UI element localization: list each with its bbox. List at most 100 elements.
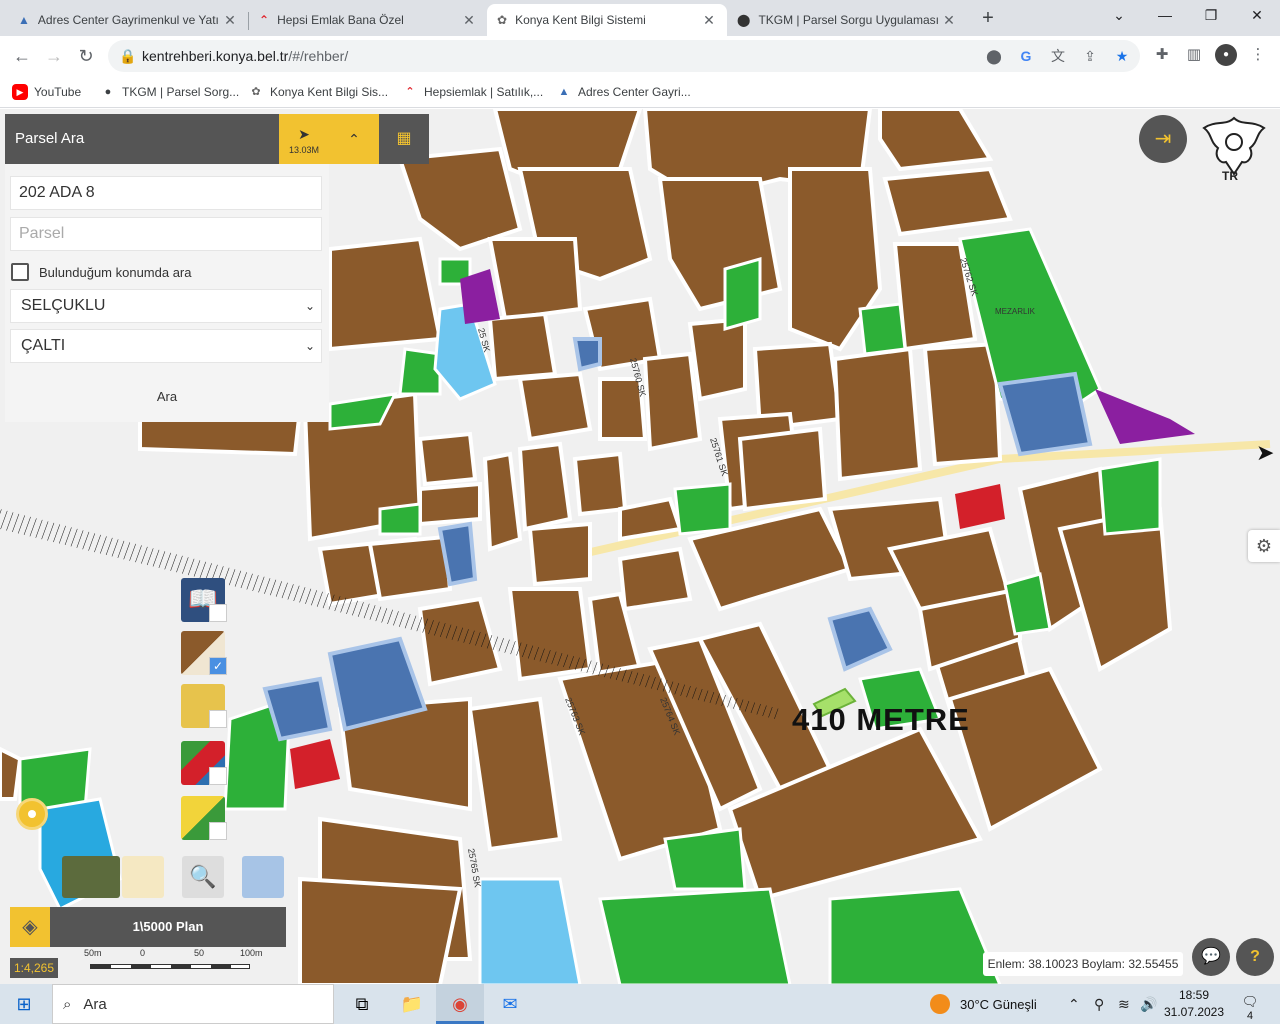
taskbar-clock[interactable]: 18:59 31.07.2023: [1156, 987, 1232, 1021]
volume-icon[interactable]: 🔊: [1140, 984, 1157, 1024]
parcel[interactable]: [617, 546, 693, 612]
parcel[interactable]: [642, 351, 703, 452]
close-icon[interactable]: ✕: [461, 12, 477, 29]
parcel[interactable]: [832, 346, 923, 482]
layers-button[interactable]: ◈: [10, 907, 50, 947]
tab-konya-kent[interactable]: ✿ Konya Kent Bilgi Sistemi ✕: [487, 4, 727, 36]
parcel[interactable]: [417, 431, 478, 487]
network-icon[interactable]: ⚲: [1094, 984, 1104, 1024]
district-select[interactable]: SELÇUKLU ⌄: [10, 289, 322, 323]
neighborhood-select[interactable]: ÇALTI ⌄: [10, 329, 322, 363]
ada-input[interactable]: 202 ADA 8: [10, 176, 322, 210]
help-button[interactable]: ?: [1236, 938, 1274, 976]
close-icon[interactable]: ✕: [941, 12, 957, 29]
parcel[interactable]: [922, 341, 1003, 467]
address-bar[interactable]: 🔒 kentrehberi.konya.bel.tr/#/rehber/ ⬤ G…: [108, 40, 1140, 72]
avatar[interactable]: ●: [1215, 44, 1237, 66]
search-button[interactable]: Ara: [5, 372, 329, 422]
close-icon[interactable]: ✕: [222, 12, 238, 29]
close-icon[interactable]: ✕: [701, 12, 717, 29]
translate-icon[interactable]: 文: [1048, 46, 1068, 66]
share-icon[interactable]: ⇪: [1080, 46, 1100, 66]
side-panel-icon[interactable]: ▥: [1183, 44, 1205, 66]
bookmark-hepsiemlak[interactable]: ⌃ Hepsiemlak | Satılık,...: [402, 82, 543, 102]
bookmark-konya[interactable]: ✿ Konya Kent Bilgi Sis...: [248, 82, 388, 102]
reload-button[interactable]: ↻: [72, 42, 100, 70]
extensions-icon[interactable]: ✚: [1151, 44, 1173, 66]
parcel[interactable]: [517, 441, 573, 532]
windows-start-button[interactable]: ⊞: [0, 984, 48, 1024]
notifications-button[interactable]: 🗨4: [1240, 994, 1260, 1022]
task-view-button[interactable]: ⧉: [338, 984, 386, 1024]
park-area[interactable]: [663, 827, 747, 891]
location-icon[interactable]: ⬤: [984, 46, 1004, 66]
minimize-button[interactable]: —: [1142, 0, 1188, 30]
weather-widget[interactable]: 30°C Güneşli: [930, 984, 1037, 1024]
tab-hepsiemlak[interactable]: ⌃ Hepsi Emlak Bana Özel ✕: [249, 4, 487, 36]
file-explorer-button[interactable]: 📁: [388, 984, 436, 1024]
park-area[interactable]: [723, 257, 762, 331]
window-close-button[interactable]: ✕: [1234, 0, 1280, 30]
mail-button[interactable]: ✉: [486, 984, 534, 1024]
tab-tkgm[interactable]: ⬤ TKGM | Parsel Sorgu Uygulaması ✕: [727, 4, 967, 36]
chevron-down-icon: ⌄: [304, 339, 315, 353]
park-area[interactable]: [378, 502, 422, 536]
park-area[interactable]: [398, 347, 442, 396]
layer-checkbox[interactable]: [209, 822, 227, 840]
bookmark-tkgm[interactable]: ● TKGM | Parsel Sorg...: [100, 82, 239, 102]
url-text: kentrehberi.konya.bel.tr/#/rehber/: [142, 48, 348, 64]
chevron-down-icon[interactable]: ⌄: [1096, 0, 1142, 30]
layer-checkbox[interactable]: [209, 604, 227, 622]
google-icon[interactable]: G: [1016, 46, 1036, 66]
chevron-up-icon[interactable]: ⌃: [1068, 984, 1080, 1024]
settings-button[interactable]: ⚙: [1248, 530, 1280, 562]
location-search-option[interactable]: Bulunduğum konumda ara: [11, 262, 192, 282]
parcel[interactable]: [328, 236, 443, 352]
bookmark-adres-center[interactable]: ▲ Adres Center Gayri...: [556, 82, 691, 102]
bookmark-star-icon[interactable]: ★: [1112, 46, 1132, 66]
bookmark-youtube[interactable]: ▶ YouTube: [12, 82, 81, 102]
layer-checkbox[interactable]: ✓: [209, 657, 227, 675]
basemap-map[interactable]: [122, 856, 164, 898]
grid-menu-button[interactable]: ▦: [379, 114, 429, 164]
wifi-icon[interactable]: ≋: [1118, 984, 1130, 1024]
parcel[interactable]: [367, 534, 453, 602]
chat-button[interactable]: 💬: [1192, 938, 1230, 976]
basemap-search[interactable]: 🔍: [182, 856, 224, 898]
forward-button[interactable]: →: [40, 42, 68, 70]
layer-checkbox[interactable]: [209, 710, 227, 728]
parcel[interactable]: [487, 311, 558, 382]
basemap-satellite[interactable]: [62, 856, 120, 898]
parcel[interactable]: [418, 481, 482, 527]
plan-name[interactable]: 1\5000 Plan: [50, 907, 286, 947]
restore-button[interactable]: ❐: [1188, 0, 1234, 30]
street-view-handle[interactable]: [16, 798, 48, 830]
public-building[interactable]: [572, 337, 602, 372]
parcel[interactable]: [572, 451, 628, 517]
parcel[interactable]: [298, 876, 463, 985]
location-checkbox[interactable]: [11, 263, 29, 281]
parcel[interactable]: [687, 316, 747, 402]
new-tab-button[interactable]: +: [976, 6, 1000, 30]
collapse-button[interactable]: ⌃: [329, 114, 379, 164]
chrome-taskbar-button[interactable]: ◉: [436, 984, 484, 1024]
park-area[interactable]: [673, 482, 732, 536]
lock-icon[interactable]: 🔒: [118, 46, 138, 66]
taskbar-search[interactable]: ⌕ Ara: [52, 984, 334, 1024]
locate-button[interactable]: ➤ 13.03M: [279, 114, 329, 164]
back-button[interactable]: ←: [8, 42, 36, 70]
parsel-input[interactable]: Parsel: [10, 217, 322, 251]
layer-checkbox[interactable]: [209, 767, 227, 785]
parcel[interactable]: [487, 237, 583, 322]
park-area[interactable]: [598, 887, 792, 985]
parcel[interactable]: [0, 746, 23, 801]
parcel[interactable]: [737, 426, 828, 512]
parcel[interactable]: [517, 371, 593, 442]
parcel[interactable]: [527, 521, 592, 587]
login-button[interactable]: ⇥: [1139, 115, 1187, 163]
park-area[interactable]: [1098, 457, 1162, 536]
menu-icon[interactable]: ⋮: [1247, 44, 1269, 66]
basemap-terrain[interactable]: [242, 856, 284, 898]
tab-adres-center[interactable]: ▲ Adres Center Gayrimenkul ve Yatı ✕: [8, 4, 248, 36]
park-area[interactable]: [858, 302, 907, 356]
